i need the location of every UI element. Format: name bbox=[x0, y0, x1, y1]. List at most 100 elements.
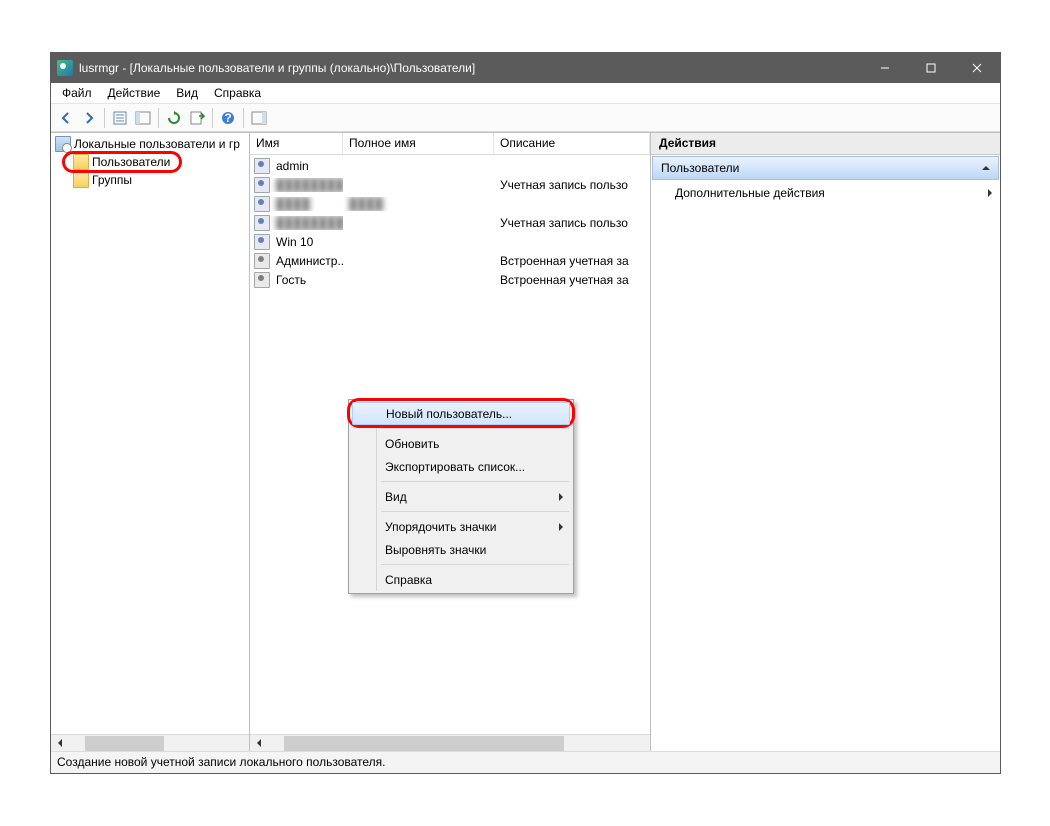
user-icon bbox=[254, 253, 270, 269]
user-icon bbox=[254, 158, 270, 174]
cell-description: Встроенная учетная за bbox=[494, 254, 650, 268]
toolbar-separator bbox=[212, 108, 213, 128]
cm-separator bbox=[381, 428, 569, 429]
col-description[interactable]: Описание bbox=[494, 133, 650, 154]
submenu-arrow-icon bbox=[988, 189, 992, 197]
cm-export[interactable]: Экспортировать список... bbox=[351, 455, 571, 478]
cell-name: Win 10 bbox=[270, 235, 343, 249]
context-menu: Новый пользователь... Обновить Экспортир… bbox=[348, 399, 574, 594]
submenu-arrow-icon bbox=[559, 523, 563, 531]
menu-help[interactable]: Справка bbox=[207, 84, 268, 102]
tree-groups[interactable]: Группы bbox=[53, 171, 247, 189]
cm-separator bbox=[381, 511, 569, 512]
tree[interactable]: Локальные пользователи и гр Пользователи… bbox=[51, 133, 249, 734]
cm-refresh[interactable]: Обновить bbox=[351, 432, 571, 455]
list-item[interactable]: admin bbox=[250, 156, 650, 175]
menu-view[interactable]: Вид bbox=[169, 84, 205, 102]
tree-root-label: Локальные пользователи и гр bbox=[74, 137, 240, 151]
list-item[interactable]: Win 10 bbox=[250, 232, 650, 251]
cell-name: ████ bbox=[270, 197, 343, 211]
properties-button[interactable] bbox=[109, 107, 131, 129]
window-title: lusrmgr - [Локальные пользователи и груп… bbox=[79, 61, 862, 75]
nav-forward-button[interactable] bbox=[78, 107, 100, 129]
tree-hscrollbar[interactable] bbox=[51, 734, 249, 751]
list-item[interactable]: ████████ bbox=[250, 194, 650, 213]
statusbar: Создание новой учетной записи локального… bbox=[51, 751, 1000, 773]
cell-name: Администр... bbox=[270, 254, 343, 268]
list-item[interactable]: ████████ Учетная запись пользо bbox=[250, 175, 650, 194]
toolbar-separator bbox=[104, 108, 105, 128]
cell-name: Гость bbox=[270, 273, 343, 287]
folder-icon bbox=[73, 172, 89, 188]
collapse-icon bbox=[982, 166, 990, 170]
user-icon bbox=[254, 215, 270, 231]
cell-description: Учетная запись пользо bbox=[494, 178, 650, 192]
status-text: Создание новой учетной записи локального… bbox=[57, 755, 385, 769]
user-list[interactable]: admin████████Учетная запись пользо██████… bbox=[250, 155, 650, 734]
cell-name: ████████ bbox=[270, 178, 343, 192]
actions-more[interactable]: Дополнительные действия bbox=[651, 181, 1000, 205]
toolbar-separator bbox=[243, 108, 244, 128]
show-hide-button[interactable] bbox=[132, 107, 154, 129]
tree-users[interactable]: Пользователи bbox=[53, 153, 247, 171]
maximize-button[interactable] bbox=[908, 53, 954, 83]
cm-new-user[interactable]: Новый пользователь... bbox=[352, 402, 570, 425]
user-icon bbox=[254, 177, 270, 193]
actions-header: Действия bbox=[651, 133, 1000, 155]
export-button[interactable] bbox=[186, 107, 208, 129]
help-button[interactable]: ? bbox=[217, 107, 239, 129]
scroll-thumb[interactable] bbox=[85, 736, 164, 751]
col-fullname[interactable]: Полное имя bbox=[343, 133, 494, 154]
cm-separator bbox=[381, 481, 569, 482]
menu-file[interactable]: Файл bbox=[55, 84, 99, 102]
cm-view[interactable]: Вид bbox=[351, 485, 571, 508]
user-icon bbox=[254, 234, 270, 250]
toolbar: ? bbox=[51, 104, 1000, 132]
cell-name: admin bbox=[270, 159, 343, 173]
tree-root[interactable]: Локальные пользователи и гр bbox=[53, 135, 247, 153]
minimize-button[interactable] bbox=[862, 53, 908, 83]
actions-section[interactable]: Пользователи bbox=[652, 156, 999, 180]
folder-icon bbox=[73, 154, 89, 170]
scroll-thumb[interactable] bbox=[284, 736, 564, 751]
list-hscrollbar[interactable] bbox=[250, 734, 650, 751]
cm-help-label: Справка bbox=[385, 573, 432, 587]
toolbar-separator bbox=[158, 108, 159, 128]
computer-icon bbox=[55, 136, 71, 152]
cm-align[interactable]: Выровнять значки bbox=[351, 538, 571, 561]
list-item[interactable]: Администр... Встроенная учетная за bbox=[250, 251, 650, 270]
list-pane: Имя Полное имя Описание admin████████Уче… bbox=[250, 133, 651, 751]
titlebar: lusrmgr - [Локальные пользователи и груп… bbox=[51, 53, 1000, 83]
user-icon bbox=[254, 196, 270, 212]
col-name[interactable]: Имя bbox=[250, 133, 343, 154]
refresh-button[interactable] bbox=[163, 107, 185, 129]
actions-section-label: Пользователи bbox=[661, 161, 739, 175]
actions-more-label: Дополнительные действия bbox=[675, 186, 825, 200]
close-button[interactable] bbox=[954, 53, 1000, 83]
cell-name: ████████████ bbox=[270, 216, 343, 230]
tree-pane: Локальные пользователи и гр Пользователи… bbox=[51, 133, 250, 751]
tree-users-label: Пользователи bbox=[92, 155, 170, 169]
cm-view-label: Вид bbox=[385, 490, 407, 504]
cm-align-label: Выровнять значки bbox=[385, 543, 486, 557]
cm-export-label: Экспортировать список... bbox=[385, 460, 525, 474]
list-item[interactable]: ████████████ Учетная запись пользо bbox=[250, 213, 650, 232]
actions-pane: Действия Пользователи Дополнительные дей… bbox=[651, 133, 1000, 751]
scroll-left-icon[interactable] bbox=[250, 735, 267, 752]
cm-new-user-label: Новый пользователь... bbox=[386, 407, 512, 421]
nav-back-button[interactable] bbox=[55, 107, 77, 129]
list-item[interactable]: ГостьВстроенная учетная за bbox=[250, 270, 650, 289]
menubar: Файл Действие Вид Справка bbox=[51, 83, 1000, 104]
cell-fullname: ████ bbox=[343, 197, 494, 211]
cell-description: Учетная запись пользо bbox=[494, 216, 650, 230]
cm-arrange[interactable]: Упорядочить значки bbox=[351, 515, 571, 538]
svg-text:?: ? bbox=[224, 111, 231, 125]
cm-refresh-label: Обновить bbox=[385, 437, 439, 451]
user-icon bbox=[254, 272, 270, 288]
actions-pane-button[interactable] bbox=[248, 107, 270, 129]
cm-help[interactable]: Справка bbox=[351, 568, 571, 591]
menu-action[interactable]: Действие bbox=[101, 84, 168, 102]
cm-arrange-label: Упорядочить значки bbox=[385, 520, 497, 534]
scroll-left-icon[interactable] bbox=[51, 735, 68, 752]
submenu-arrow-icon bbox=[559, 493, 563, 501]
